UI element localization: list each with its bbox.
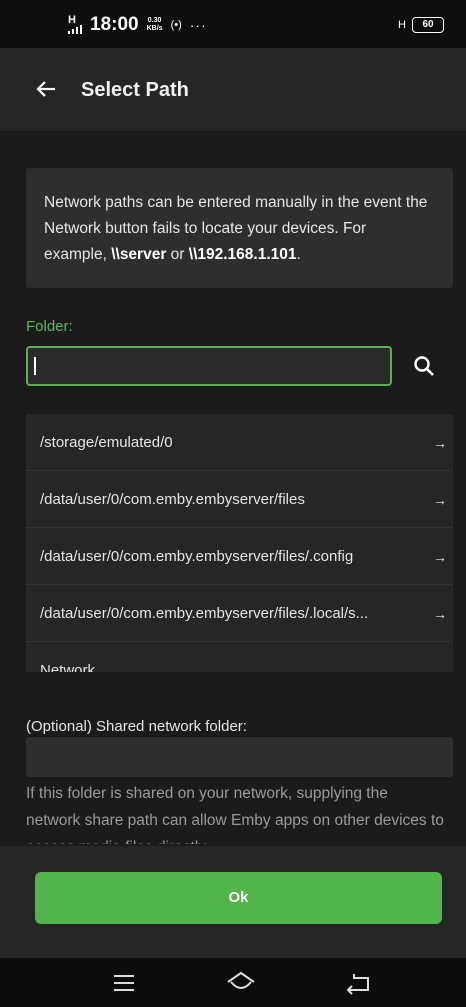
home-button[interactable] xyxy=(223,968,259,998)
status-left: H 18:00 0.30 KB/s (•) ··· xyxy=(68,14,207,36)
home-icon xyxy=(227,971,255,989)
status-right: H 60 xyxy=(398,17,444,33)
search-icon xyxy=(414,356,434,376)
shared-folder-label: (Optional) Shared network folder: xyxy=(26,718,247,735)
network-speed-unit: KB/s xyxy=(146,25,163,32)
folder-label: Folder: xyxy=(26,318,73,335)
path-item-local[interactable]: /data/user/0/com.emby.embyserver/files/.… xyxy=(26,585,453,642)
clock: 18:00 xyxy=(90,14,139,35)
info-example-ip: \\192.168.1.101 xyxy=(188,246,297,263)
path-label: /data/user/0/com.emby.embyserver/files xyxy=(40,490,305,508)
shared-folder-input[interactable] xyxy=(26,737,453,777)
shared-folder-help: If this folder is shared on your network… xyxy=(26,785,444,844)
signal-type: H xyxy=(68,13,76,26)
arrow-right-icon: → xyxy=(433,663,447,672)
back-nav-button[interactable] xyxy=(340,968,376,998)
back-button[interactable] xyxy=(30,74,64,104)
back-nav-icon xyxy=(346,974,369,995)
signal-indicator: H xyxy=(68,13,82,36)
battery-icon: 60 xyxy=(412,17,444,33)
arrow-right-icon: → xyxy=(433,435,447,451)
bottom-action-bar: Ok xyxy=(0,846,466,958)
system-nav-bar xyxy=(0,958,466,1007)
search-button[interactable] xyxy=(410,352,438,380)
path-label: /data/user/0/com.emby.embyserver/files/.… xyxy=(40,604,369,622)
arrow-left-icon xyxy=(36,81,55,97)
path-label: /storage/emulated/0 xyxy=(40,433,173,451)
path-item-config[interactable]: /data/user/0/com.emby.embyserver/files/.… xyxy=(26,528,453,585)
more-notifications-icon: ··· xyxy=(189,17,207,33)
arrow-right-icon: → xyxy=(433,549,447,565)
menu-icon xyxy=(114,975,134,991)
ok-button[interactable]: Ok xyxy=(35,872,442,924)
path-list: /storage/emulated/0 → /data/user/0/com.e… xyxy=(26,414,453,672)
network-speed-value: 0.30 xyxy=(147,17,162,24)
page-title: Select Path xyxy=(81,79,189,101)
path-item-network[interactable]: Network → xyxy=(26,642,453,673)
arrow-right-icon: → xyxy=(433,492,447,508)
path-item-files[interactable]: /data/user/0/com.emby.embyserver/files → xyxy=(26,471,453,528)
app-bar: Select Path xyxy=(0,48,466,131)
hotspot-icon: (•) xyxy=(170,19,182,31)
network-info-box: Network paths can be entered manually in… xyxy=(26,168,453,288)
path-label: Network xyxy=(40,661,96,673)
status-bar: H 18:00 0.30 KB/s (•) ··· H 60 xyxy=(0,0,466,48)
path-label: /data/user/0/com.emby.embyserver/files/.… xyxy=(40,547,354,565)
signal-bars-icon xyxy=(68,24,82,34)
text-caret xyxy=(34,357,36,375)
network-type: H xyxy=(398,19,406,31)
menu-button[interactable] xyxy=(106,968,142,998)
info-example-server: \\server xyxy=(111,246,167,263)
network-speed: 0.30 KB/s xyxy=(147,17,163,33)
path-item-storage[interactable]: /storage/emulated/0 → xyxy=(26,414,453,471)
arrow-right-icon: → xyxy=(433,606,447,622)
info-text-or: or xyxy=(166,246,189,263)
folder-input[interactable] xyxy=(26,346,392,386)
info-text-end: . xyxy=(296,246,301,263)
